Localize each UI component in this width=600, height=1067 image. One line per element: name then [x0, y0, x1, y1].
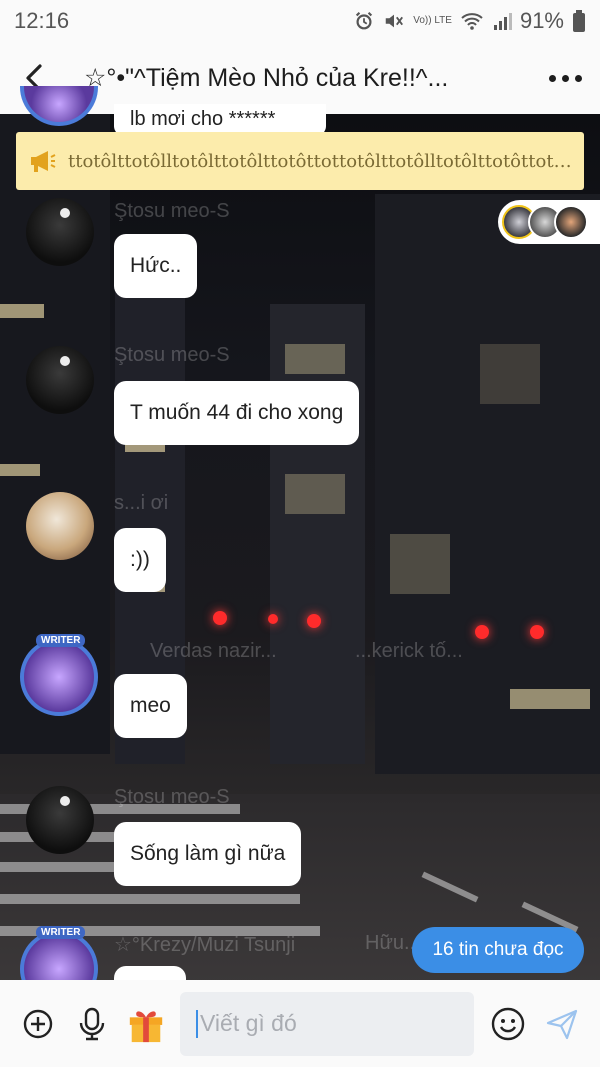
online-members[interactable]	[498, 200, 600, 244]
more-options-button[interactable]	[530, 42, 600, 114]
window-light	[0, 464, 40, 476]
building	[375, 194, 600, 774]
microphone-icon	[79, 1007, 105, 1040]
sender-name: ...kerick tố...	[355, 640, 463, 662]
traffic-light	[307, 614, 321, 628]
smiley-icon	[491, 1007, 525, 1040]
window-light	[390, 534, 450, 594]
traffic-light	[213, 611, 227, 625]
sender-name: Ştosu meo-S	[114, 344, 230, 366]
avatar[interactable]	[26, 786, 94, 854]
unread-messages-button[interactable]: 16 tin chưa đọc	[412, 927, 584, 973]
writer-badge: WRITER	[36, 634, 86, 647]
avatar[interactable]	[26, 198, 94, 266]
dot-icon	[548, 74, 556, 82]
avatar[interactable]	[26, 492, 94, 560]
dot-icon	[561, 74, 569, 82]
add-button[interactable]	[18, 1004, 58, 1044]
voice-button[interactable]	[72, 1004, 112, 1044]
avatar[interactable]	[20, 638, 98, 716]
message-bubble[interactable]: Hức..	[114, 234, 198, 298]
status-bar: 12:16 Vo)) LTE 91%	[0, 0, 600, 42]
message-bubble[interactable]: Sống làm gì nữa	[114, 822, 302, 886]
sender-name: Ştosu meo-S	[114, 786, 230, 808]
plus-circle-icon	[23, 1009, 53, 1038]
sender-name: Ştosu meo-S	[114, 200, 230, 222]
traffic-light	[475, 625, 489, 639]
traffic-light	[268, 614, 278, 624]
window-light	[0, 304, 44, 318]
window-light	[285, 474, 345, 514]
gift-icon	[129, 1010, 163, 1042]
composer-bar: Viết gì đó	[0, 980, 600, 1067]
message-bubble[interactable]: T muốn 44 đi cho xong	[114, 381, 360, 445]
message-bubble[interactable]: :))	[114, 528, 166, 592]
megaphone-icon	[28, 148, 68, 174]
emoji-button[interactable]	[488, 1004, 528, 1044]
member-avatar	[554, 205, 588, 239]
window-light	[510, 689, 590, 709]
traffic-light	[530, 625, 544, 639]
volte-icon: Vo)) LTE	[413, 15, 452, 26]
send-button[interactable]	[542, 1004, 582, 1044]
alarm-icon	[353, 10, 375, 32]
battery-percent: 91%	[519, 8, 564, 33]
gift-button[interactable]	[126, 1004, 166, 1044]
announcement-bar[interactable]: ttotôlttotôlltotôlttotôlttotôttottotôltt…	[16, 132, 584, 190]
signal-icon	[492, 11, 512, 31]
chat-title[interactable]: ☆°•"^Tiệm Mèo Nhỏ của Kre!!^...	[70, 63, 530, 93]
sender-name: s...i ơi	[114, 492, 169, 514]
message-bubble[interactable]: meo	[114, 674, 187, 738]
battery-icon	[572, 10, 586, 32]
sender-name: ☆°Krezy/Muzi Tsunji	[114, 934, 296, 956]
window-light	[285, 344, 345, 374]
sender-name: Verdas nazir...	[150, 640, 277, 662]
send-icon	[546, 1009, 578, 1039]
message-input[interactable]: Viết gì đó	[180, 991, 474, 1056]
text-cursor	[196, 1009, 198, 1038]
window-light	[480, 344, 540, 404]
announcement-text: ttotôlttotôlltotôlttotôlttotôttottotôltt…	[68, 150, 572, 172]
wifi-icon	[460, 11, 484, 31]
clock: 12:16	[14, 8, 70, 33]
window-light	[125, 444, 165, 452]
mute-icon	[383, 10, 405, 32]
avatar[interactable]	[26, 346, 94, 414]
status-icons: Vo)) LTE 91%	[353, 8, 586, 34]
crosswalk-stripe	[0, 894, 300, 904]
dot-icon	[574, 74, 582, 82]
message-input-placeholder: Viết gì đó	[200, 1010, 297, 1036]
writer-badge: WRITER	[36, 926, 86, 939]
